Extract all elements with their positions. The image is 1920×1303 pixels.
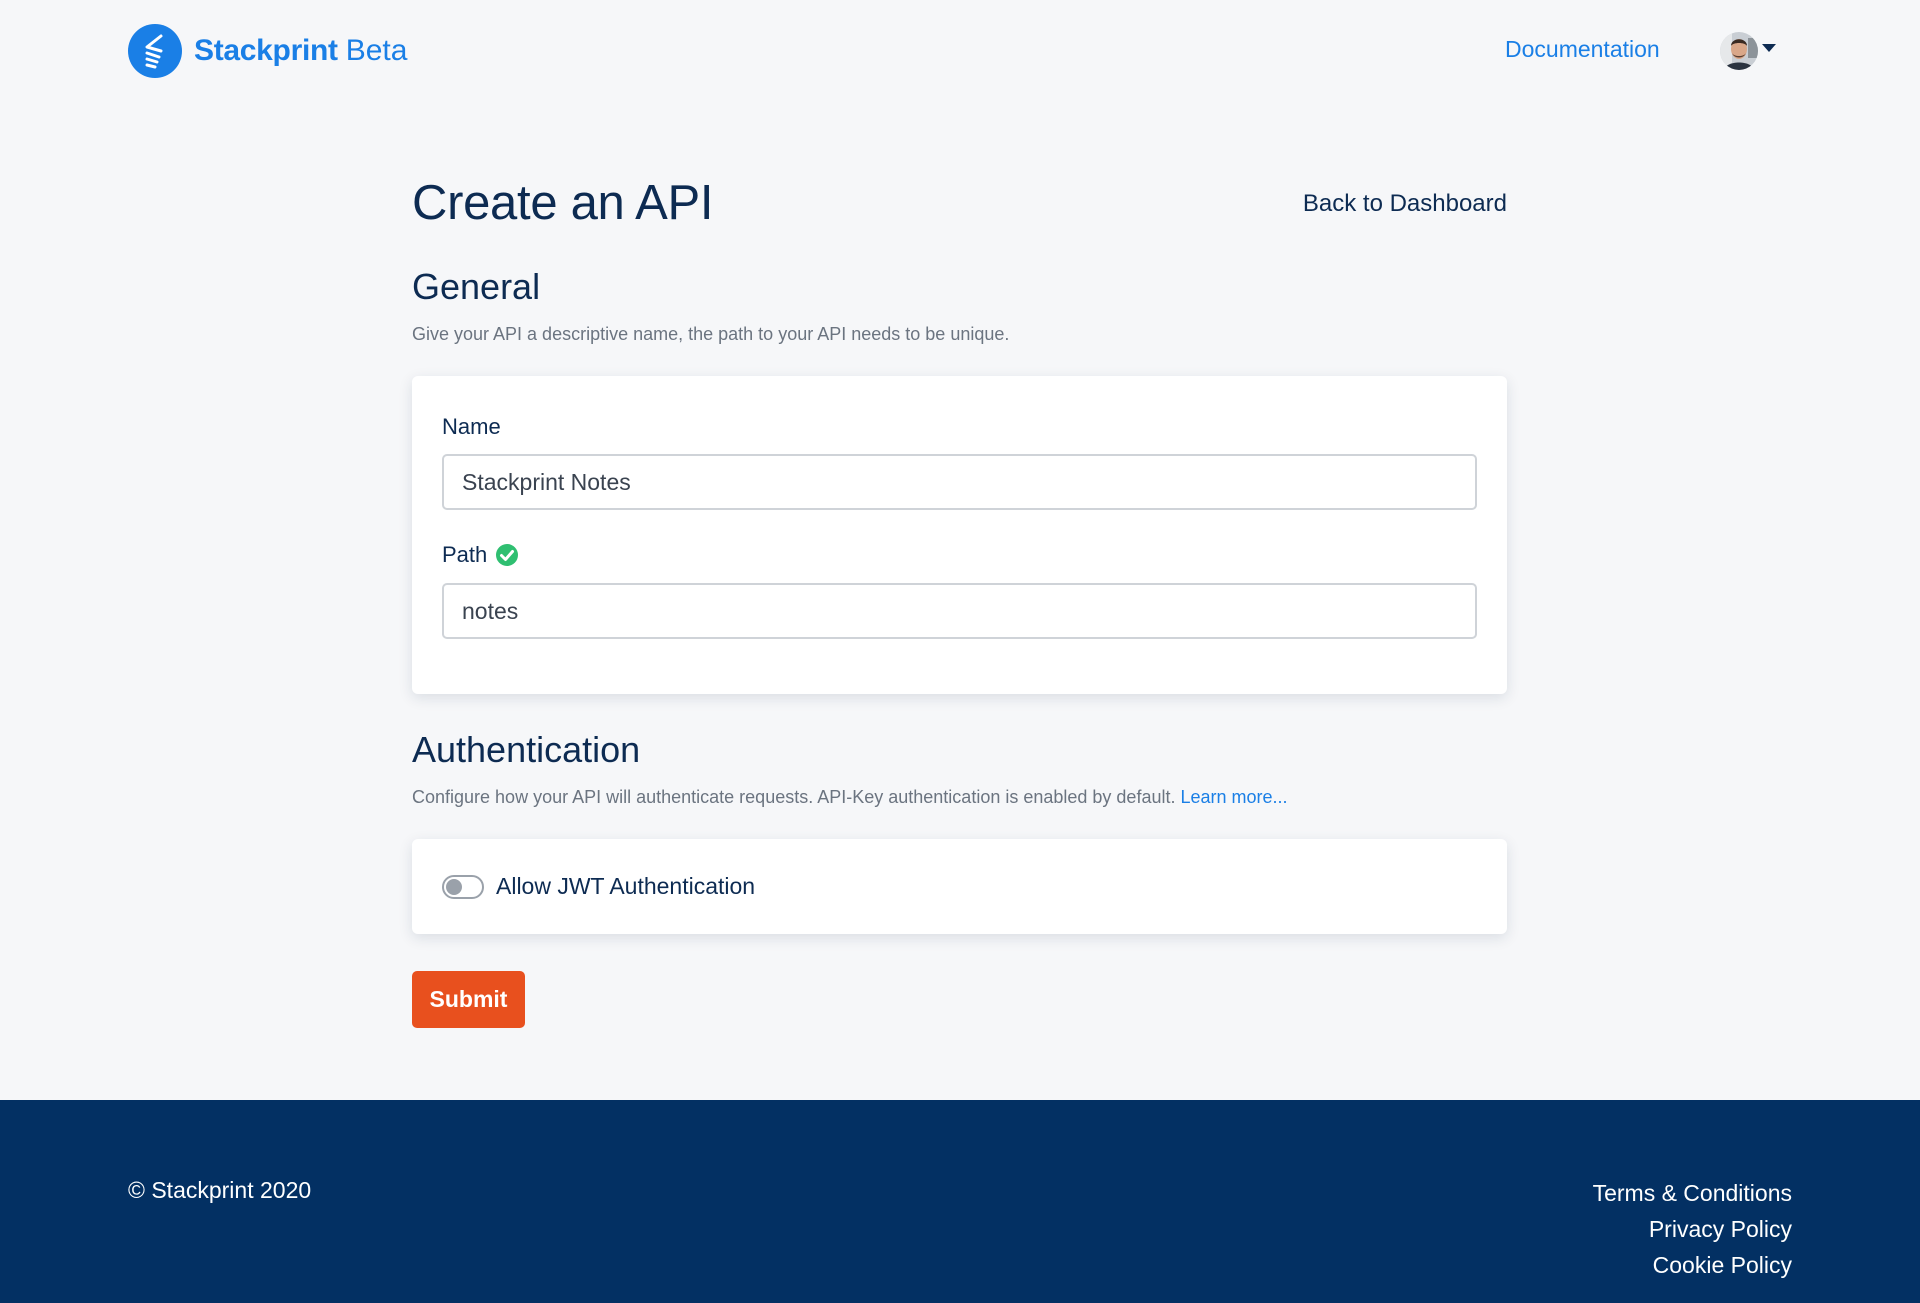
name-label-text: Name (442, 414, 501, 439)
name-input[interactable] (442, 454, 1477, 510)
top-navigation-bar: Stackprint Beta Documentation (0, 0, 1920, 100)
documentation-link[interactable]: Documentation (1505, 36, 1660, 63)
user-menu-dropdown[interactable] (1720, 32, 1776, 70)
footer-links: Terms & Conditions Privacy Policy Cookie… (1593, 1175, 1792, 1283)
chevron-down-icon (1762, 44, 1776, 52)
brand-name: Stackprint (194, 34, 338, 67)
user-avatar (1720, 32, 1758, 70)
general-section-title: General (412, 266, 541, 307)
terms-link[interactable]: Terms & Conditions (1593, 1175, 1792, 1211)
page-title: Create an API (412, 176, 714, 230)
cookie-policy-link[interactable]: Cookie Policy (1593, 1247, 1792, 1283)
general-card: Name Path (412, 376, 1507, 694)
footer: © Stackprint 2020 Terms & Conditions Pri… (0, 1100, 1920, 1303)
jwt-toggle-label: Allow JWT Authentication (496, 873, 756, 899)
learn-more-link[interactable]: Learn more... (1180, 787, 1287, 807)
name-label: Name (442, 414, 501, 440)
back-to-dashboard-link[interactable]: Back to Dashboard (1303, 190, 1507, 218)
path-input[interactable] (442, 583, 1477, 639)
check-circle-icon (495, 543, 519, 567)
general-section-description: Give your API a descriptive name, the pa… (412, 324, 1010, 344)
authentication-description-text: Configure how your API will authenticate… (412, 787, 1176, 807)
toggle-knob (446, 878, 462, 895)
authentication-card: Allow JWT Authentication (412, 839, 1507, 934)
jwt-authentication-toggle[interactable] (442, 874, 484, 899)
path-label-text: Path (442, 542, 488, 567)
path-label: Path (442, 542, 519, 568)
brand-beta-tag: Beta (345, 34, 408, 67)
brand-home-link[interactable]: Stackprint Beta (128, 24, 407, 78)
jwt-toggle-row[interactable]: Allow JWT Authentication (442, 873, 755, 900)
copyright-text: © Stackprint 2020 (128, 1177, 312, 1203)
authentication-section-description: Configure how your API will authenticate… (412, 787, 1288, 808)
authentication-section-title: Authentication (412, 729, 641, 770)
submit-button[interactable]: Submit (412, 971, 525, 1028)
stackprint-logo-icon (128, 24, 182, 78)
privacy-policy-link[interactable]: Privacy Policy (1593, 1211, 1792, 1247)
